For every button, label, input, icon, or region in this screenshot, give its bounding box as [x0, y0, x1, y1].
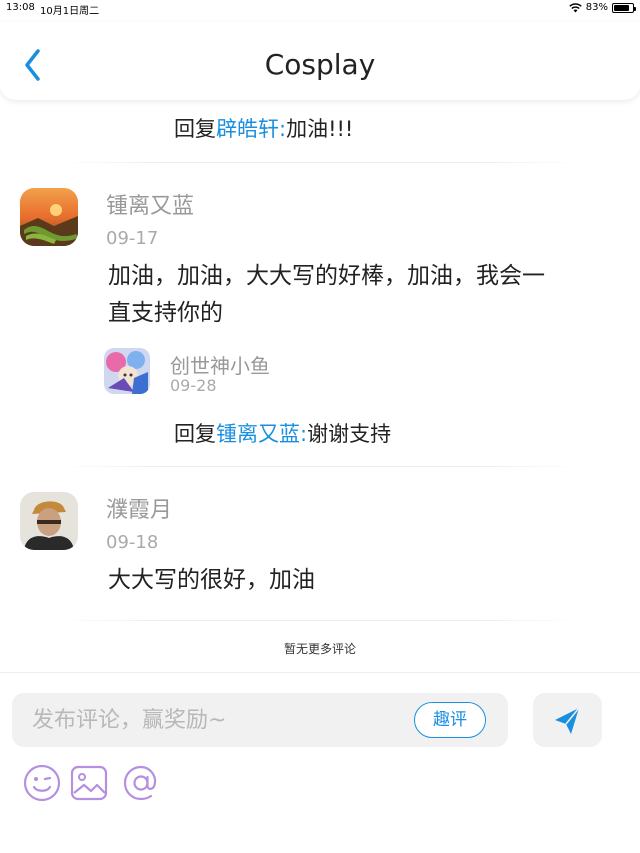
avatar[interactable] — [104, 348, 150, 394]
comment-author[interactable]: 锺离又蓝 — [106, 188, 194, 220]
reply-text: 谢谢支持 — [307, 422, 392, 446]
avatar[interactable] — [20, 188, 78, 246]
avatar-image — [104, 348, 150, 394]
status-bar: 13:08 10月1日周二 83% — [0, 0, 640, 18]
send-icon — [555, 707, 580, 734]
comment-body: 加油，加油，大大写的好棒，加油，我会一 直支持你的 — [108, 258, 545, 332]
status-right: 83% — [569, 2, 636, 13]
wifi-icon — [569, 2, 582, 12]
reply-text: 加油!!! — [286, 117, 354, 141]
no-more-comments: 暂无更多评论 — [283, 642, 356, 656]
emoji-icon[interactable] — [22, 763, 62, 803]
page-title: Cosplay — [264, 48, 376, 81]
reply-mention[interactable]: 辟皓轩: — [216, 117, 286, 141]
qu-ping-button[interactable]: 趣评 — [414, 702, 486, 738]
comment-body-line: 加油，加油，大大写的好棒，加油，我会一 — [108, 263, 545, 289]
nav-bar: Cosplay — [0, 22, 640, 100]
comment-date: 09-18 — [106, 532, 159, 553]
reply-prefix: 回复 — [174, 117, 216, 141]
comment-date: 09-17 — [106, 228, 159, 249]
at-icon[interactable] — [121, 763, 161, 803]
reply-line: 回复辟皓轩:加油!!! — [174, 113, 353, 143]
reply-line: 回复锺离又蓝:谢谢支持 — [174, 418, 391, 448]
status-time: 13:08 — [6, 2, 35, 13]
avatar-image — [20, 492, 78, 550]
reply-mention[interactable]: 锺离又蓝: — [216, 422, 307, 446]
divider — [60, 162, 580, 163]
reply-author[interactable]: 创世神小鱼 — [170, 350, 270, 379]
comment-input[interactable] — [32, 701, 402, 739]
reply-date: 09-28 — [170, 376, 217, 395]
comment-author[interactable]: 濮霞月 — [106, 492, 172, 524]
comment-input-box: 趣评 — [12, 693, 508, 747]
divider — [60, 620, 580, 621]
battery-icon — [612, 2, 636, 13]
status-date: 10月1日周二 — [40, 6, 100, 17]
comment-body-line: 大大写的很好，加油 — [108, 567, 315, 593]
comment-body-line: 直支持你的 — [108, 300, 223, 326]
avatar[interactable] — [20, 492, 78, 550]
image-icon[interactable] — [69, 763, 109, 803]
avatar-image — [20, 188, 78, 246]
divider — [60, 466, 580, 467]
battery-percent: 83% — [585, 2, 608, 13]
comment-body: 大大写的很好，加油 — [108, 562, 315, 599]
comment-composer: 趣评 — [0, 672, 640, 853]
send-button[interactable] — [533, 693, 602, 747]
reply-prefix: 回复 — [174, 422, 216, 446]
